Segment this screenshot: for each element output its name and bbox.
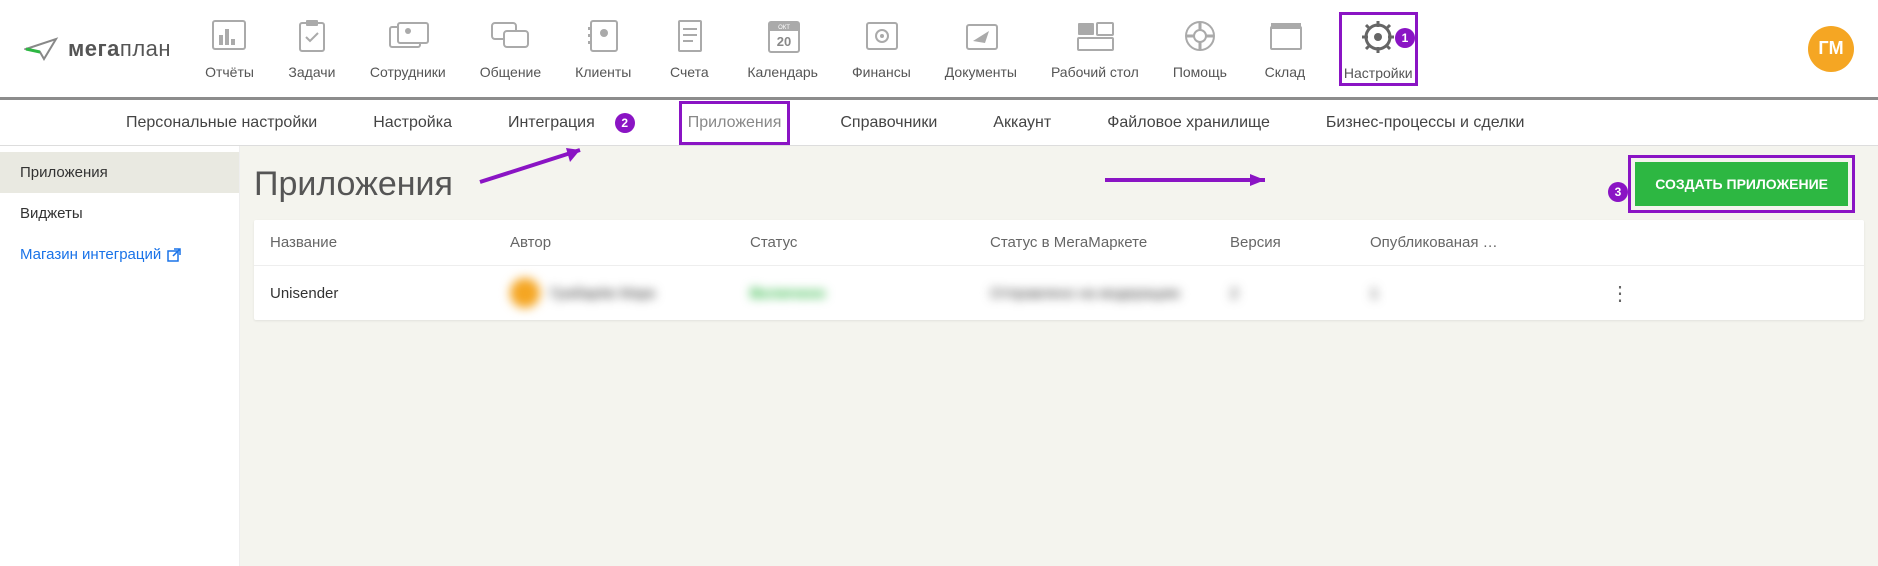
svg-text:20: 20 — [776, 34, 790, 49]
subnav-bp[interactable]: Бизнес-процессы и сделки — [1320, 104, 1530, 142]
topbar: мегаплан Отчёты Задачи Сотрудники Общени… — [0, 0, 1878, 100]
nav-reports[interactable]: Отчёты — [201, 12, 258, 86]
table-row[interactable]: Unisender Грабарёв Марк Включено Отправл… — [254, 266, 1864, 320]
nav-help[interactable]: Помощь — [1169, 12, 1231, 86]
safe-icon — [857, 16, 905, 56]
th-status: Статус — [750, 234, 990, 251]
subnav-setup[interactable]: Настройка — [367, 104, 458, 142]
annotation-arrow-2 — [1100, 170, 1280, 190]
svg-text:ОКТ: ОКТ — [778, 25, 790, 31]
chat-icon — [486, 16, 534, 56]
nav-label: Клиенты — [575, 64, 631, 80]
lifebuoy-icon — [1176, 16, 1224, 56]
nav-calendar[interactable]: ОКТ 20 Календарь — [743, 12, 822, 86]
cell-name: Unisender — [270, 285, 510, 302]
sidebar-item-store[interactable]: Магазин интеграций — [0, 234, 239, 275]
nav-documents[interactable]: Документы — [941, 12, 1021, 86]
subnav-personal[interactable]: Персональные настройки — [120, 104, 323, 142]
subnav-refs[interactable]: Справочники — [834, 104, 943, 142]
invoice-icon — [665, 16, 713, 56]
nav-chat[interactable]: Общение — [476, 12, 545, 86]
topbar-right: 1 ГМ — [1808, 26, 1854, 72]
external-link-icon — [167, 248, 181, 262]
sidebar-store-label: Магазин интеграций — [20, 246, 161, 263]
nav-label: Календарь — [747, 64, 818, 80]
cell-market-status: Отправлено на модерацию — [990, 285, 1230, 302]
nav-finance[interactable]: Финансы — [848, 12, 915, 86]
callout-2: 2 — [615, 113, 635, 133]
subnav: Персональные настройки Настройка Интегра… — [0, 100, 1878, 146]
box-icon — [1261, 16, 1309, 56]
nav-label: Сотрудники — [370, 64, 446, 80]
subnav-account[interactable]: Аккаунт — [987, 104, 1057, 142]
th-author: Автор — [510, 234, 750, 251]
main: 3 Приложения СОЗДАТЬ ПРИЛОЖЕНИЕ Название… — [240, 146, 1878, 566]
nav-desktop[interactable]: Рабочий стол — [1047, 12, 1143, 86]
nav-warehouse[interactable]: Склад — [1257, 12, 1313, 86]
th-published: Опубликованая … — [1370, 234, 1590, 251]
paper-plane-icon — [24, 35, 60, 63]
nav-label: Настройки — [1344, 65, 1413, 81]
annotation-arrow-1 — [470, 142, 600, 192]
page-title: Приложения — [254, 165, 453, 204]
cell-published: 1 — [1370, 285, 1590, 302]
nav-label: Склад — [1265, 64, 1306, 80]
user-avatar[interactable]: ГМ — [1808, 26, 1854, 72]
nav-invoices[interactable]: Счета — [661, 12, 717, 86]
nav-label: Помощь — [1173, 64, 1227, 80]
create-app-button[interactable]: СОЗДАТЬ ПРИЛОЖЕНИЕ — [1635, 162, 1848, 206]
sidebar-item-apps[interactable]: Приложения — [0, 152, 239, 193]
cell-version: 2 — [1230, 285, 1370, 302]
nav-label: Отчёты — [205, 64, 254, 80]
dashboard-icon — [1071, 16, 1119, 56]
logo-text: мегаплан — [68, 36, 171, 62]
nav-label: Рабочий стол — [1051, 64, 1139, 80]
subnav-integration[interactable]: Интеграция — [502, 104, 601, 142]
nav-label: Задачи — [288, 64, 335, 80]
sidebar: Приложения Виджеты Магазин интеграций — [0, 146, 240, 566]
apps-table: Название Автор Статус Статус в МегаМарке… — [254, 220, 1864, 320]
nav-settings[interactable]: Настройки — [1339, 12, 1418, 86]
main-nav: Отчёты Задачи Сотрудники Общение Клиенты… — [201, 12, 1808, 86]
nav-employees[interactable]: Сотрудники — [366, 12, 450, 86]
chart-icon — [205, 16, 253, 56]
subnav-files[interactable]: Файловое хранилище — [1101, 104, 1276, 142]
clipboard-check-icon — [288, 16, 336, 56]
logo[interactable]: мегаплан — [24, 35, 171, 63]
row-menu-icon[interactable]: ⋮ — [1590, 281, 1650, 306]
th-version: Версия — [1230, 234, 1370, 251]
id-cards-icon — [384, 16, 432, 56]
send-icon — [957, 16, 1005, 56]
callout-1: 1 — [1395, 28, 1415, 48]
sidebar-item-widgets[interactable]: Виджеты — [0, 193, 239, 234]
calendar-icon: ОКТ 20 — [759, 16, 807, 56]
table-header: Название Автор Статус Статус в МегаМарке… — [254, 220, 1864, 266]
cell-author: Грабарёв Марк — [510, 278, 750, 308]
callout-3: 3 — [1608, 182, 1628, 202]
nav-label: Финансы — [852, 64, 911, 80]
nav-tasks[interactable]: Задачи — [284, 12, 340, 86]
subnav-apps[interactable]: Приложения — [679, 101, 791, 145]
nav-clients[interactable]: Клиенты — [571, 12, 635, 86]
th-market: Статус в МегаМаркете — [990, 234, 1230, 251]
body: Приложения Виджеты Магазин интеграций 3 … — [0, 146, 1878, 566]
nav-label: Документы — [945, 64, 1017, 80]
th-name: Название — [270, 234, 510, 251]
cell-status: Включено — [750, 285, 990, 302]
author-avatar-icon — [510, 278, 540, 308]
contacts-icon — [579, 16, 627, 56]
nav-label: Счета — [670, 64, 709, 80]
nav-label: Общение — [480, 64, 541, 80]
